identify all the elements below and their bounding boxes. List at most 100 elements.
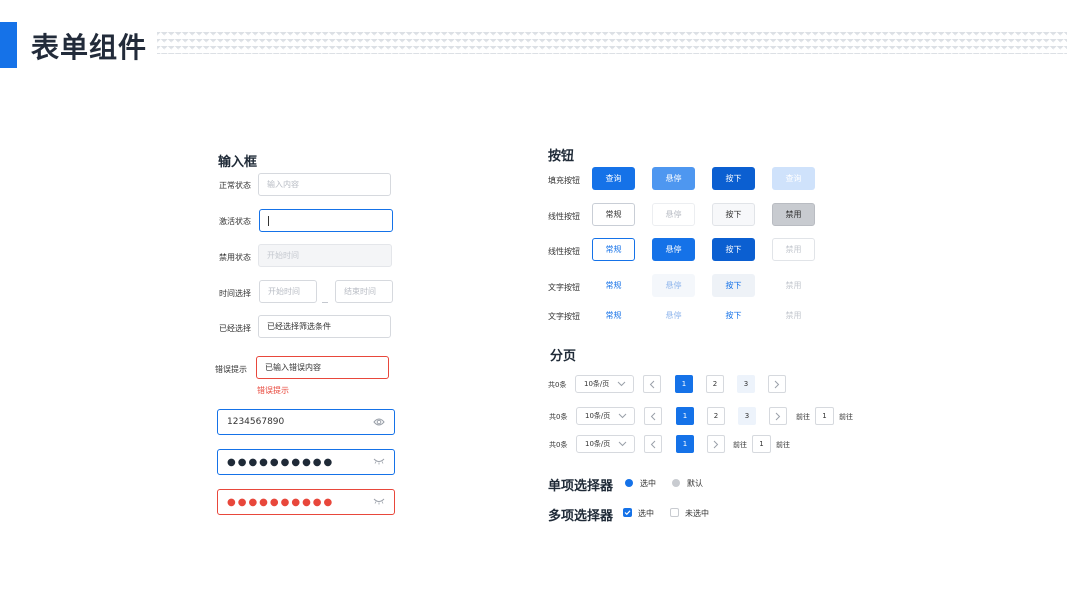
checkbox-section-title: 多项选择器 — [548, 509, 614, 524]
next-page-button[interactable] — [768, 375, 786, 393]
input-disabled-label: 禁用状态 — [219, 253, 251, 262]
normal-input[interactable]: 输入内容 — [258, 173, 391, 196]
error-input[interactable]: 已输入错误内容 — [256, 356, 389, 379]
checkbox-checked[interactable] — [623, 508, 632, 517]
outline-disabled-button: 禁用 — [772, 203, 815, 226]
chevron-right-icon — [713, 440, 719, 448]
page-button[interactable]: 3 — [737, 375, 755, 393]
pagination-total: 共0条 — [549, 413, 568, 421]
text-disabled-button: 禁用 — [785, 281, 802, 290]
text2-disabled-button: 禁用 — [785, 311, 802, 320]
text-hover-button[interactable]: 悬停 — [652, 274, 695, 297]
filled-query-button[interactable]: 查询 — [592, 167, 635, 190]
chevron-right-icon — [775, 412, 781, 420]
phone-value: 1234567890 — [227, 417, 285, 427]
text-normal-button[interactable]: 常规 — [592, 274, 635, 297]
active-input[interactable] — [259, 209, 393, 232]
chevron-down-icon — [617, 381, 626, 389]
checkbox-checked-label: 选中 — [638, 509, 654, 518]
check-icon — [624, 510, 631, 516]
page-button-current[interactable]: 1 — [676, 407, 694, 425]
chevron-down-icon — [618, 413, 627, 421]
chevron-down-icon — [618, 441, 627, 449]
line-pressed-button[interactable]: 按下 — [712, 238, 755, 261]
page-size-value: 10条/页 — [585, 412, 611, 420]
radio-selected[interactable] — [625, 479, 633, 487]
page-size-select[interactable]: 10条/页 — [576, 435, 635, 453]
chevron-left-icon — [650, 440, 656, 448]
page-title: 表单组件 — [31, 31, 148, 64]
eye-icon[interactable] — [373, 417, 385, 430]
page-button-current[interactable]: 1 — [675, 375, 693, 393]
chevron-right-icon — [774, 380, 780, 388]
goto-suffix: 前往 — [776, 441, 790, 449]
buttons-section-title: 按钮 — [548, 149, 575, 164]
prev-page-button[interactable] — [644, 407, 662, 425]
input-selected-label: 已经选择 — [219, 324, 251, 333]
line-disabled-button: 禁用 — [772, 238, 815, 261]
password-error-value: ●●●●●●●●●● — [227, 496, 335, 508]
password-error-input[interactable]: ●●●●●●●●●● — [217, 489, 395, 515]
page-button[interactable]: 2 — [707, 407, 725, 425]
button-row-label: 文字按钮 — [548, 283, 580, 292]
page-size-value: 10条/页 — [584, 380, 610, 388]
text2-pressed-button[interactable]: 按下 — [712, 304, 755, 327]
next-page-button[interactable] — [769, 407, 787, 425]
pagination-total: 共0条 — [549, 441, 568, 449]
text2-hover-button[interactable]: 悬停 — [652, 304, 695, 327]
header-decoration-pattern — [157, 32, 1067, 54]
text-pressed-button[interactable]: 按下 — [712, 274, 755, 297]
page-size-select[interactable]: 10条/页 — [576, 407, 635, 425]
pagination-total: 共0条 — [548, 381, 567, 389]
error-message: 错误提示 — [257, 386, 289, 395]
goto-page-input[interactable]: 1 — [752, 435, 771, 453]
radio-default-label: 默认 — [687, 479, 703, 488]
text2-normal-button[interactable]: 常规 — [592, 304, 635, 327]
line-hover-button[interactable]: 悬停 — [652, 238, 695, 261]
input-time-label: 时间选择 — [219, 289, 251, 298]
outline-pressed-button[interactable]: 按下 — [712, 203, 755, 226]
button-row-label: 填充按钮 — [548, 176, 580, 185]
outline-normal-button[interactable]: 常规 — [592, 203, 635, 226]
filled-disabled-button: 查询 — [772, 167, 815, 190]
goto-suffix: 前往 — [839, 413, 853, 421]
radio-default[interactable] — [672, 479, 680, 487]
filled-pressed-button[interactable]: 按下 — [712, 167, 755, 190]
input-error-label: 错误提示 — [215, 365, 247, 374]
prev-page-button[interactable] — [644, 435, 662, 453]
input-active-label: 激活状态 — [219, 217, 251, 226]
button-row-label: 线性按钮 — [548, 212, 580, 221]
next-page-button[interactable] — [707, 435, 725, 453]
page-button[interactable]: 2 — [706, 375, 724, 393]
password-input[interactable]: ●●●●●●●●●● — [217, 449, 395, 475]
disabled-input: 开始时间 — [258, 244, 392, 267]
input-normal-label: 正常状态 — [219, 181, 251, 190]
page-button[interactable]: 3 — [738, 407, 756, 425]
button-row-label: 线性按钮 — [548, 247, 580, 256]
text-cursor — [268, 215, 269, 226]
eye-closed-icon[interactable] — [373, 457, 385, 468]
outline-hover-button[interactable]: 悬停 — [652, 203, 695, 226]
eye-closed-icon[interactable] — [373, 497, 385, 508]
page-size-select[interactable]: 10条/页 — [575, 375, 634, 393]
checkbox-unchecked[interactable] — [670, 508, 679, 517]
page-button-current[interactable]: 1 — [676, 435, 694, 453]
chevron-left-icon — [649, 380, 655, 388]
inputs-section-title: 输入框 — [218, 155, 258, 170]
goto-label: 前往 — [796, 413, 810, 421]
prev-page-button[interactable] — [643, 375, 661, 393]
selected-input[interactable]: 已经选择筛选条件 — [258, 315, 391, 338]
end-time-input[interactable]: 结束时间 — [335, 280, 393, 303]
goto-page-input[interactable]: 1 — [815, 407, 834, 425]
radio-selected-label: 选中 — [640, 479, 656, 488]
time-range-dash — [322, 302, 328, 303]
line-normal-button[interactable]: 常规 — [592, 238, 635, 261]
phone-input[interactable]: 1234567890 — [217, 409, 395, 435]
filled-hover-button[interactable]: 悬停 — [652, 167, 695, 190]
radio-section-title: 单项选择器 — [548, 479, 614, 494]
password-value: ●●●●●●●●●● — [227, 456, 335, 468]
title-accent-bar — [0, 22, 17, 68]
page-size-value: 10条/页 — [585, 440, 611, 448]
start-time-input[interactable]: 开始时间 — [259, 280, 317, 303]
goto-label: 前往 — [733, 441, 747, 449]
